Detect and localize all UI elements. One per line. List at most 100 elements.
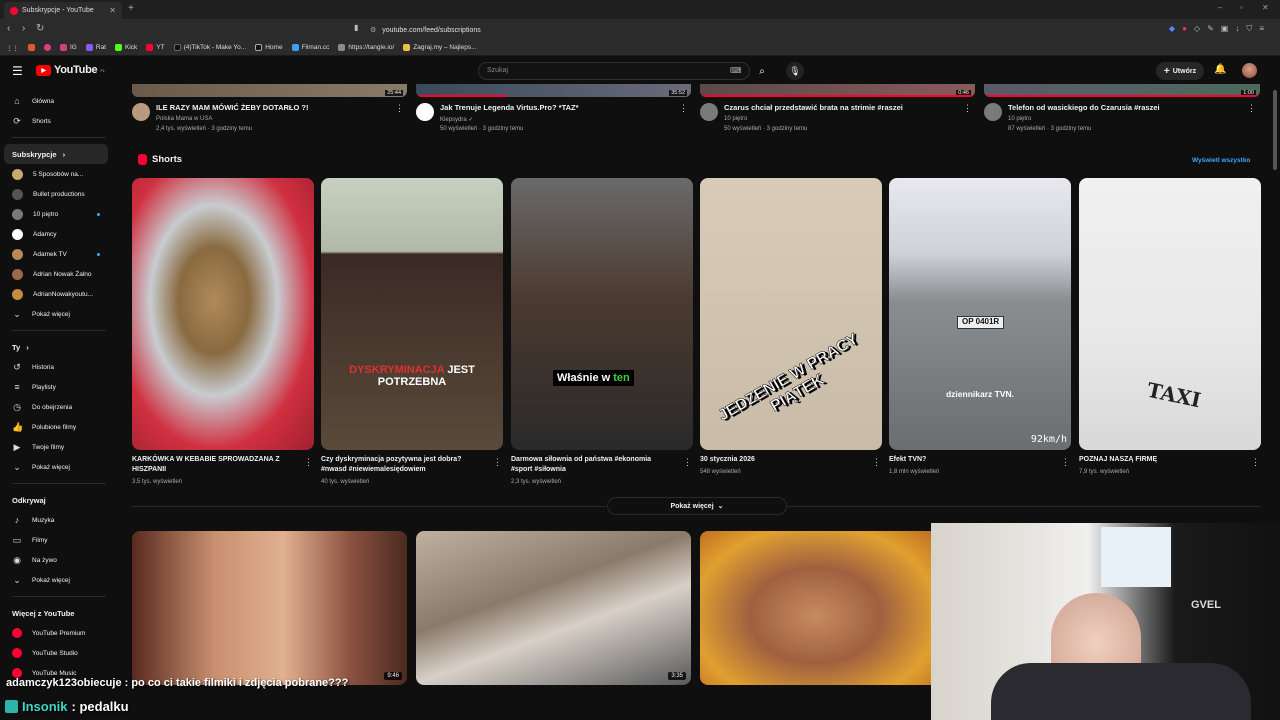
- video-thumbnail[interactable]: 35:52: [416, 84, 691, 97]
- channel-name[interactable]: Klepsydra ✓: [440, 116, 473, 123]
- sidebar-item[interactable]: ◷ Do obejrzenia: [0, 397, 118, 417]
- download-icon[interactable]: ↓: [1235, 24, 1239, 34]
- show-more-button[interactable]: Pokaż więcej ⌄: [607, 497, 787, 515]
- channel-avatar[interactable]: [984, 103, 1002, 121]
- sidebar-item[interactable]: ▶ Twoje filmy: [0, 437, 118, 457]
- channel-avatar[interactable]: [700, 103, 718, 121]
- sidebar-item[interactable]: YouTube Studio: [0, 643, 118, 663]
- channel-name[interactable]: 10 piętro: [724, 116, 747, 122]
- short-thumbnail[interactable]: Właśnie w ten: [511, 178, 693, 450]
- bookmark-item[interactable]: https://tangle.io/: [338, 44, 394, 51]
- extension-icon[interactable]: ●: [1182, 24, 1187, 34]
- sidebar-item[interactable]: ▭ Filmy: [0, 530, 118, 550]
- video-title[interactable]: ILE RAZY MAM MÓWIĆ ŻEBY DOTARŁO ?!: [156, 103, 309, 112]
- sidebar-you-heading[interactable]: Ty ›: [0, 337, 118, 357]
- sidebar-subscription-item[interactable]: Adamek TV: [0, 244, 118, 264]
- sidebar-subscription-item[interactable]: 5 Sposobów na...: [0, 164, 118, 184]
- sidebar-item[interactable]: ↺ Historia: [0, 357, 118, 377]
- bookmark-item[interactable]: YT: [146, 44, 165, 51]
- see-all-link[interactable]: Wyświetl wszystko: [1192, 157, 1250, 164]
- short-title[interactable]: Efekt TVN?: [889, 455, 1049, 465]
- sidebar-show-more-subs[interactable]: ⌄ Pokaż więcej: [0, 304, 118, 324]
- back-icon[interactable]: ‹: [7, 23, 10, 34]
- browser-tab[interactable]: Subskrypcje - YouTube ✕: [4, 2, 122, 19]
- menu-icon[interactable]: ≡: [1259, 24, 1264, 34]
- extension-icon[interactable]: ◇: [1194, 24, 1200, 34]
- notifications-icon[interactable]: 🔔: [1214, 64, 1226, 75]
- bookmark-item[interactable]: [44, 44, 51, 51]
- apps-icon[interactable]: ⋮⋮: [6, 44, 19, 52]
- video-thumbnail[interactable]: 1:00: [984, 84, 1260, 97]
- sidebar-item-subscriptions[interactable]: Subskrypcje ›: [4, 144, 108, 164]
- channel-name[interactable]: Polska Mama w USA: [156, 116, 212, 122]
- sidebar-item[interactable]: ♪ Muzyka: [0, 510, 118, 530]
- video-thumbnail[interactable]: 9:46: [132, 531, 407, 685]
- sidebar-item[interactable]: ≡ Playlisty: [0, 377, 118, 397]
- bookmark-item[interactable]: Filman.cc: [291, 44, 329, 51]
- more-options-icon[interactable]: ⋮: [963, 103, 972, 114]
- short-thumbnail[interactable]: OP 0401R dziennikarz TVN. 92km/h: [889, 178, 1071, 450]
- new-tab-button[interactable]: +: [128, 3, 134, 14]
- channel-name[interactable]: 10 piętro: [1008, 116, 1031, 122]
- shield-icon[interactable]: ⛉: [1246, 24, 1252, 34]
- keyboard-icon[interactable]: ⌨: [730, 66, 742, 75]
- voice-search-button[interactable]: 🎙: [786, 62, 804, 80]
- sidebar-item-shorts[interactable]: ⟳ Shorts: [0, 111, 118, 131]
- extension-icon[interactable]: ✎: [1207, 24, 1214, 34]
- more-options-icon[interactable]: ⋮: [493, 457, 502, 468]
- youtube-logo[interactable]: ▶ YouTube PL: [36, 64, 105, 76]
- create-button[interactable]: + Utwórz: [1156, 62, 1204, 80]
- puzzle-icon[interactable]: ▣: [1221, 24, 1229, 34]
- sidebar-subscription-item[interactable]: 10 piętro: [0, 204, 118, 224]
- reload-icon[interactable]: ↻: [36, 23, 44, 34]
- translate-icon[interactable]: ◆: [1169, 24, 1175, 34]
- sidebar-item[interactable]: ⌄ Pokaż więcej: [0, 570, 118, 590]
- more-options-icon[interactable]: ⋮: [872, 457, 881, 468]
- sidebar-subscription-item[interactable]: AdrianNowakyoutu...: [0, 284, 118, 304]
- video-thumbnail[interactable]: [700, 531, 931, 685]
- bookmark-item[interactable]: IG: [60, 44, 77, 51]
- more-options-icon[interactable]: ⋮: [1251, 457, 1260, 468]
- more-options-icon[interactable]: ⋮: [1061, 457, 1070, 468]
- sidebar-item[interactable]: YouTube Premium: [0, 623, 118, 643]
- sidebar-subscription-item[interactable]: Bullet productions: [0, 184, 118, 204]
- more-options-icon[interactable]: ⋮: [1247, 103, 1256, 114]
- sidebar-item[interactable]: ◉ Na żywo: [0, 550, 118, 570]
- sidebar-item[interactable]: ⌄ Pokaż więcej: [0, 457, 118, 477]
- sidebar-item-home[interactable]: ⌂ Główna: [0, 91, 118, 111]
- short-title[interactable]: KARKÓWKA W KEBABIE SPROWADZANA Z HISZPAN…: [132, 455, 292, 475]
- menu-icon[interactable]: ☰: [12, 64, 23, 78]
- search-input[interactable]: Szukaj: [478, 62, 750, 80]
- bookmark-icon[interactable]: ▮: [354, 23, 358, 32]
- bookmark-item[interactable]: [28, 44, 35, 51]
- more-options-icon[interactable]: ⋮: [304, 457, 313, 468]
- minimize-icon[interactable]: –: [1218, 3, 1222, 12]
- avatar[interactable]: [1242, 63, 1257, 78]
- short-thumbnail[interactable]: DYSKRYMINACJA JEST POTRZEBNA: [321, 178, 503, 450]
- short-thumbnail[interactable]: JEDZENIE W PRACY PIĄTEK: [700, 178, 882, 450]
- short-title[interactable]: POZNAJ NASZĄ FIRMĘ: [1079, 455, 1239, 465]
- short-thumbnail[interactable]: [132, 178, 314, 450]
- video-title[interactable]: Telefon od wasickiego do Czarusia #rasze…: [1008, 103, 1160, 112]
- video-thumbnail[interactable]: 0:46: [700, 84, 975, 97]
- channel-avatar[interactable]: [132, 103, 150, 121]
- short-title[interactable]: Darmowa siłownia od państwa #ekonomia #s…: [511, 455, 671, 475]
- bookmark-item[interactable]: Kick: [115, 44, 137, 51]
- bookmark-item[interactable]: (4)TikTok - Make Yo...: [173, 44, 246, 51]
- sidebar-item[interactable]: 👍 Polubione filmy: [0, 417, 118, 437]
- video-title[interactable]: Czarus chciał przedstawić brata na strim…: [724, 103, 903, 112]
- video-title[interactable]: Jak Trenuje Legenda Virtus.Pro? *TAZ*: [440, 103, 579, 112]
- channel-avatar[interactable]: [416, 103, 434, 121]
- short-title[interactable]: 30 stycznia 2026: [700, 455, 860, 465]
- more-options-icon[interactable]: ⋮: [683, 457, 692, 468]
- more-options-icon[interactable]: ⋮: [395, 103, 404, 114]
- sidebar-subscription-item[interactable]: Adrian Nowak Żalno: [0, 264, 118, 284]
- url-field[interactable]: ⚙ youtube.com/feed/subscriptions: [370, 23, 910, 37]
- video-thumbnail[interactable]: 25:44: [132, 84, 407, 97]
- bookmark-item[interactable]: Home: [255, 44, 283, 51]
- bookmark-item[interactable]: Zagraj.my – Najleps...: [403, 44, 476, 51]
- video-thumbnail[interactable]: 3:35: [416, 531, 691, 685]
- search-button[interactable]: ⌕: [752, 62, 772, 80]
- scrollbar[interactable]: [1273, 90, 1277, 170]
- close-tab-icon[interactable]: ✕: [109, 6, 116, 15]
